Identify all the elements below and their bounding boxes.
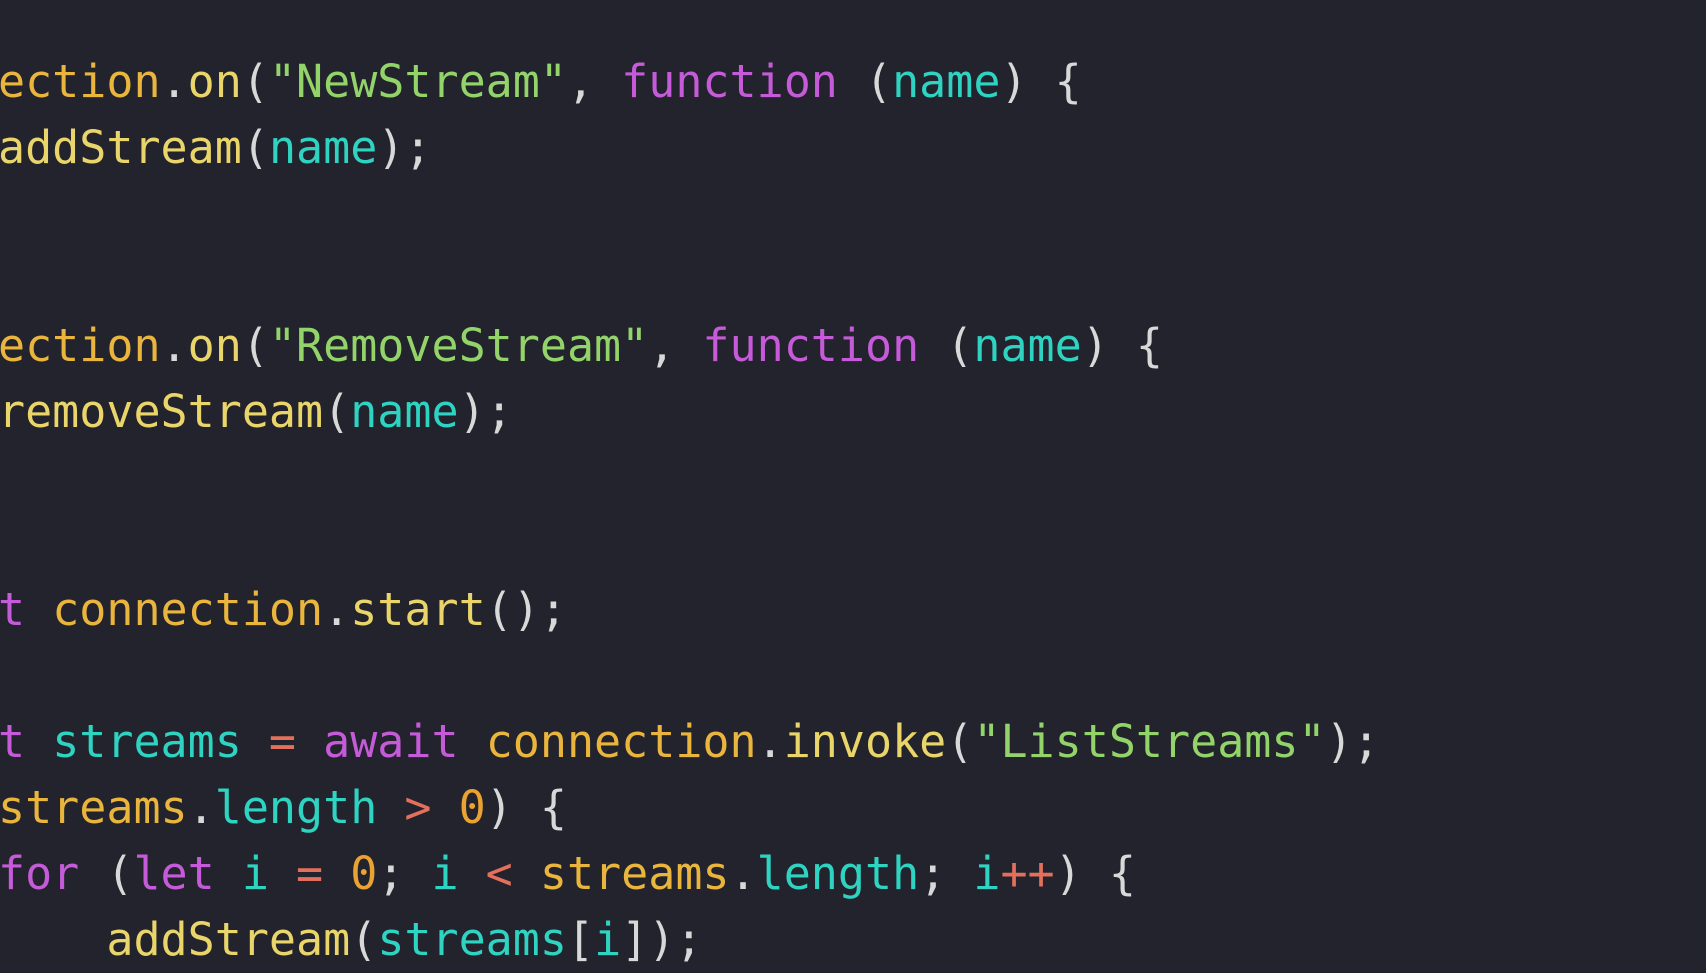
- code-line[interactable]: t connection.start();: [0, 577, 1380, 643]
- code-token-param: i: [241, 847, 269, 900]
- code-token-param: name: [892, 55, 1001, 108]
- code-token-param: streams: [52, 715, 242, 768]
- code-token-str: "ListStreams": [973, 715, 1326, 768]
- code-token-punc: ();: [485, 583, 567, 636]
- code-token-punc: .: [187, 781, 215, 834]
- code-token-punc: (: [241, 55, 269, 108]
- code-token-punc: (: [323, 385, 351, 438]
- code-token-ident: connection: [485, 715, 757, 768]
- code-token-param: length: [214, 781, 378, 834]
- code-token-op: =: [268, 847, 351, 900]
- code-token-punc: ) {: [1000, 55, 1082, 108]
- code-line[interactable]: streams.length > 0) {: [0, 775, 1380, 841]
- code-token-punc: (: [350, 913, 378, 966]
- code-token-punc: );: [377, 121, 432, 174]
- code-token-num: 0: [458, 781, 486, 834]
- code-token-kw: function: [621, 55, 838, 108]
- code-line[interactable]: removeStream(name);: [0, 379, 1380, 445]
- code-token-param: i: [431, 847, 459, 900]
- code-token-punc: );: [1325, 715, 1380, 768]
- code-token-str: "RemoveStream": [268, 319, 649, 372]
- code-token-punc: .: [756, 715, 784, 768]
- code-token-punc: (: [919, 319, 974, 372]
- code-token-param: name: [350, 385, 459, 438]
- code-token-ident: ection: [0, 55, 161, 108]
- code-token-punc: ) {: [1054, 847, 1136, 900]
- code-token-fn: addStream: [106, 913, 351, 966]
- code-editor[interactable]: ection.on("NewStream", function (name) {…: [0, 49, 1380, 973]
- code-token-op: <: [458, 847, 540, 900]
- code-token-kw: await: [323, 715, 486, 768]
- code-line[interactable]: t streams = await connection.invoke("Lis…: [0, 709, 1380, 775]
- code-line[interactable]: addStream(streams[i]);: [0, 907, 1380, 973]
- code-token-punc: ) {: [485, 781, 567, 834]
- code-token-ident: connection: [52, 583, 324, 636]
- code-token-punc: (: [946, 715, 974, 768]
- code-token-kw: function: [702, 319, 920, 372]
- code-line[interactable]: addStream(name);: [0, 115, 1380, 181]
- code-token-punc: (: [241, 121, 269, 174]
- code-token-param: i: [594, 913, 622, 966]
- code-token-param: i: [973, 847, 1001, 900]
- code-line[interactable]: for (let i = 0; i < streams.length; i++)…: [0, 841, 1380, 907]
- code-token-op: ++: [1000, 847, 1055, 900]
- code-token-fn: removeStream: [0, 385, 324, 438]
- code-token-punc: .: [729, 847, 757, 900]
- code-token-str: "NewStream": [268, 55, 567, 108]
- code-token-fn: addStream: [0, 121, 242, 174]
- code-token-punc: );: [458, 385, 513, 438]
- code-token-ident: ection: [0, 319, 161, 372]
- code-line[interactable]: ection.on("RemoveStream", function (name…: [0, 313, 1380, 379]
- code-token-punc: .: [160, 55, 188, 108]
- code-token-punc: ;: [377, 847, 432, 900]
- code-token-op: =: [241, 715, 324, 768]
- code-token-fn: start: [350, 583, 486, 636]
- code-token-ident: streams: [0, 781, 188, 834]
- code-token-param: name: [973, 319, 1082, 372]
- code-token-kw: t: [0, 715, 53, 768]
- code-line[interactable]: [0, 247, 1380, 313]
- code-token-fn: invoke: [783, 715, 947, 768]
- code-token-kw: let: [133, 847, 242, 900]
- code-token-kw: t: [0, 583, 53, 636]
- code-token-punc: [0, 913, 106, 966]
- code-token-punc: .: [323, 583, 351, 636]
- code-token-param: streams: [377, 913, 567, 966]
- code-line[interactable]: [0, 511, 1380, 577]
- code-token-param: length: [756, 847, 920, 900]
- code-token-punc: ]);: [621, 913, 703, 966]
- code-token-punc: (: [241, 319, 269, 372]
- code-line[interactable]: [0, 643, 1380, 709]
- code-token-fn: on: [187, 319, 242, 372]
- code-line[interactable]: ection.on("NewStream", function (name) {: [0, 49, 1380, 115]
- code-token-ident: streams: [539, 847, 730, 900]
- code-line[interactable]: [0, 181, 1380, 247]
- code-token-num: 0: [350, 847, 378, 900]
- code-token-punc: (: [837, 55, 893, 108]
- code-line[interactable]: [0, 445, 1380, 511]
- code-token-op: >: [377, 781, 459, 834]
- code-token-punc: ) {: [1081, 319, 1164, 372]
- code-token-punc: (: [79, 847, 134, 900]
- code-token-param: name: [268, 121, 378, 174]
- code-token-punc: ,: [566, 55, 622, 108]
- code-token-fn: on: [187, 55, 242, 108]
- code-token-punc: ,: [648, 319, 703, 372]
- code-token-kw: for: [0, 847, 80, 900]
- code-token-punc: .: [160, 319, 188, 372]
- code-token-punc: ;: [919, 847, 974, 900]
- code-token-punc: [: [566, 913, 595, 966]
